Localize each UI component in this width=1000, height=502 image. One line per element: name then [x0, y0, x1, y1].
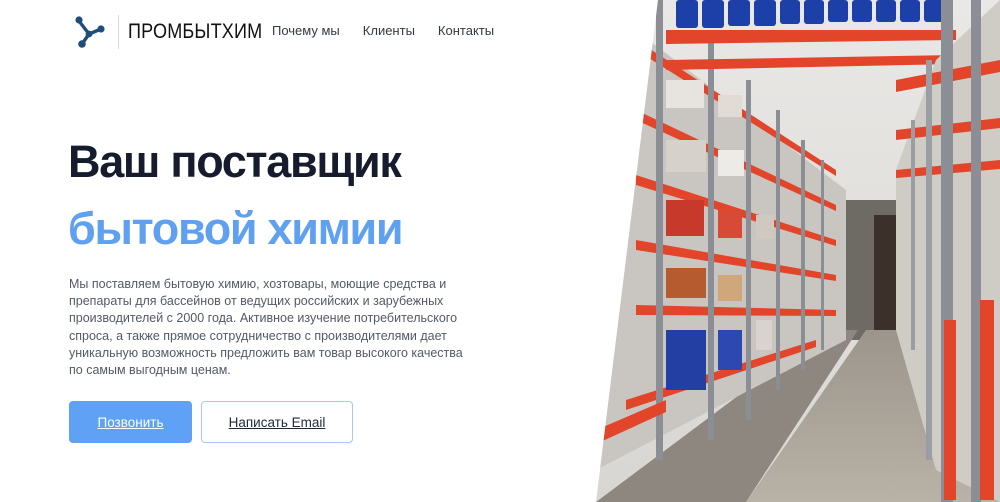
hero-title: Ваш поставщик — [68, 136, 402, 187]
nav-link-clients[interactable]: Клиенты — [363, 23, 415, 38]
hero-description: Мы поставляем бытовую химию, хозтовары, … — [69, 277, 463, 378]
call-button[interactable]: Позвонить — [69, 401, 192, 443]
nav-link-contacts[interactable]: Контакты — [438, 23, 494, 38]
molecule-icon — [75, 16, 105, 48]
email-button[interactable]: Написать Email — [201, 401, 353, 443]
landing-page: ПРОМБЫТХИМ Почему мы Клиенты Контакты Ва… — [0, 0, 1000, 502]
main-nav: Почему мы Клиенты Контакты — [272, 23, 517, 38]
logo-text: ПРОМБЫТХИМ — [128, 20, 263, 43]
warehouse-photo — [596, 0, 1000, 502]
hero-title-accent: бытовой химии — [68, 203, 404, 254]
logo-divider — [118, 15, 119, 49]
nav-link-why-us[interactable]: Почему мы — [272, 23, 340, 38]
logo-link[interactable]: ПРОМБЫТХИМ — [74, 14, 284, 50]
